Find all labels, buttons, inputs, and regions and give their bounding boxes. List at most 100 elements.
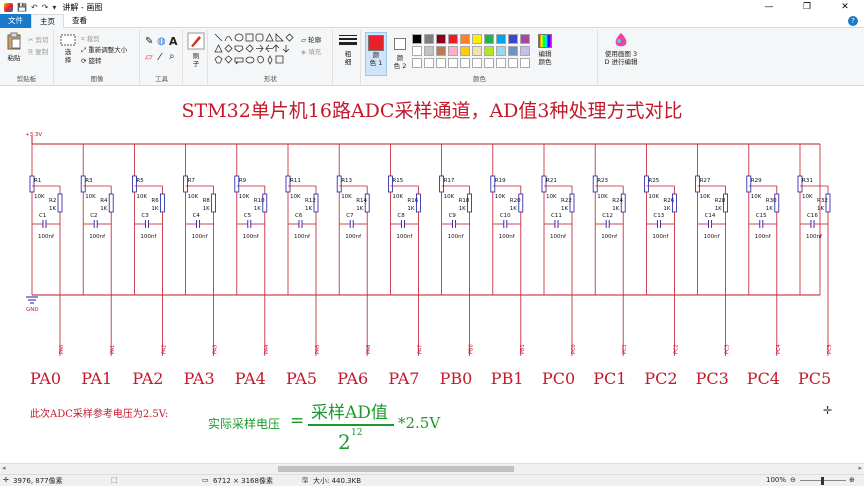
horizontal-scrollbar[interactable]: ◂ ▸ <box>0 463 864 474</box>
zoom-in-icon[interactable]: ⊕ <box>849 476 855 484</box>
outline-dropdown[interactable]: ▱ 轮廓 <box>301 34 321 44</box>
palette-swatch[interactable] <box>484 46 494 56</box>
select-icon <box>60 34 76 46</box>
customize-dropdown-icon[interactable]: ▾ <box>52 3 56 12</box>
size-button[interactable]: 粗 细 <box>338 34 358 66</box>
palette-custom-swatch[interactable] <box>436 58 446 68</box>
copy-button[interactable]: ⎘ 复制 <box>28 46 48 57</box>
undo-icon[interactable]: ↶ <box>31 3 38 12</box>
formula-denominator-base: 2 <box>338 430 351 454</box>
ribbon: 粘贴 ✂ 剪切 ⎘ 复制 剪贴板 选 择 ⌗ 裁剪 ⤢ 重新调整大小 ⟳ 旋转 … <box>0 28 864 86</box>
resize-button[interactable]: ⤢ 重新调整大小 <box>81 44 127 55</box>
color-palette <box>412 34 542 74</box>
capacitor-ref: C4 <box>193 213 201 219</box>
eraser-icon[interactable]: ▱ <box>145 52 153 63</box>
capacitor-ref: C16 <box>807 213 818 219</box>
size-label: 粗 细 <box>344 50 352 66</box>
palette-swatch[interactable] <box>508 34 518 44</box>
pin-label-pb0: PB0 <box>439 369 473 388</box>
palette-swatch[interactable] <box>496 46 506 56</box>
clipboard-icon <box>7 32 21 50</box>
edit-colors-button[interactable]: 编辑 颜色 <box>534 32 556 66</box>
palette-swatch[interactable] <box>520 46 530 56</box>
tab-view[interactable]: 查看 <box>64 14 95 28</box>
title-bar: 💾 ↶ ↷ ▾ 讲解 - 画图 — ❐ ✕ <box>0 0 864 14</box>
resistor-side-value: 1K <box>100 206 107 212</box>
palette-swatch[interactable] <box>460 46 470 56</box>
scrollbar-thumb[interactable] <box>278 466 514 472</box>
crop-button[interactable]: ⌗ 裁剪 <box>81 33 100 44</box>
palette-custom-swatch[interactable] <box>496 58 506 68</box>
capacitor-ref: C1 <box>39 213 46 219</box>
net-label: PC3 <box>725 344 731 354</box>
scroll-left-icon[interactable]: ◂ <box>2 464 6 472</box>
resistor-side-ref: R20 <box>510 198 521 204</box>
palette-custom-swatch[interactable] <box>460 58 470 68</box>
rotate-button[interactable]: ⟳ 旋转 <box>81 55 102 65</box>
palette-swatch[interactable] <box>472 46 482 56</box>
net-label: PC4 <box>776 344 782 354</box>
redo-icon[interactable]: ↷ <box>42 3 49 12</box>
palette-swatch[interactable] <box>496 34 506 44</box>
magnifier-icon[interactable]: ⌕ <box>169 51 175 62</box>
brushes-button[interactable]: 刷 子 <box>187 32 205 68</box>
resistor-top-ref: R25 <box>648 178 659 184</box>
resistor-side-value: 1K <box>151 206 158 212</box>
capacitor-value: 100nf <box>704 234 721 240</box>
palette-swatch[interactable] <box>508 46 518 56</box>
resistor-top-value: 10K <box>751 194 762 200</box>
color1-label: 颜 色 1 <box>369 51 383 67</box>
zoom-out-icon[interactable]: ⊖ <box>790 476 796 484</box>
capacitor-ref: C3 <box>141 213 149 219</box>
maximize-button[interactable]: ❐ <box>788 0 826 14</box>
pencil-icon[interactable]: ✎ <box>145 36 153 47</box>
palette-swatch[interactable] <box>448 46 458 56</box>
color-picker-icon[interactable]: ⁄ <box>159 52 161 63</box>
palette-swatch[interactable] <box>436 46 446 56</box>
paint3d-button[interactable]: 使用画图 3 D 进行编辑 <box>599 32 643 66</box>
palette-custom-swatch[interactable] <box>424 58 434 68</box>
zoom-slider-thumb[interactable] <box>821 477 824 485</box>
palette-swatch[interactable] <box>448 34 458 44</box>
shapes-gallery[interactable] <box>213 32 299 66</box>
capacitor-value: 100nf <box>601 234 618 240</box>
scroll-right-icon[interactable]: ▸ <box>858 464 862 472</box>
pin-label-pa2: PA2 <box>132 369 164 388</box>
pin-label-pc2: PC2 <box>644 369 678 388</box>
text-icon[interactable]: A <box>169 35 178 48</box>
minimize-button[interactable]: — <box>750 0 788 14</box>
fill-icon[interactable]: ◍ <box>157 36 166 47</box>
palette-custom-swatch[interactable] <box>508 58 518 68</box>
save-icon[interactable]: 💾 <box>17 3 27 12</box>
pin-label-pa4: PA4 <box>234 369 266 388</box>
pin-label-pc3: PC3 <box>695 369 729 388</box>
palette-swatch[interactable] <box>424 34 434 44</box>
palette-swatch[interactable] <box>412 46 422 56</box>
palette-custom-swatch[interactable] <box>448 58 458 68</box>
colors-group-label: 颜色 <box>473 75 486 83</box>
cut-button[interactable]: ✂ 剪切 <box>28 34 49 44</box>
color1-button[interactable]: 颜 色 1 <box>365 32 387 76</box>
tab-file[interactable]: 文件 <box>0 13 31 28</box>
select-button[interactable]: 选 择 <box>59 34 77 64</box>
palette-custom-swatch[interactable] <box>520 58 530 68</box>
close-button[interactable]: ✕ <box>826 0 864 14</box>
palette-swatch[interactable] <box>424 46 434 56</box>
palette-custom-swatch[interactable] <box>484 58 494 68</box>
paste-button[interactable]: 粘贴 <box>4 32 24 62</box>
palette-swatch[interactable] <box>484 34 494 44</box>
palette-swatch[interactable] <box>472 34 482 44</box>
palette-swatch[interactable] <box>436 34 446 44</box>
tab-home[interactable]: 主页 <box>31 13 64 28</box>
fill-dropdown[interactable]: ◈ 填充 <box>301 46 321 56</box>
capacitor-ref: C2 <box>90 213 97 219</box>
palette-custom-swatch[interactable] <box>412 58 422 68</box>
capacitor-ref: C8 <box>397 213 405 219</box>
paste-label: 粘贴 <box>7 54 21 62</box>
color2-button[interactable]: 颜 色 2 <box>389 32 411 76</box>
palette-swatch[interactable] <box>412 34 422 44</box>
palette-custom-swatch[interactable] <box>472 58 482 68</box>
help-icon[interactable]: ? <box>848 16 858 26</box>
palette-swatch[interactable] <box>460 34 470 44</box>
palette-swatch[interactable] <box>520 34 530 44</box>
